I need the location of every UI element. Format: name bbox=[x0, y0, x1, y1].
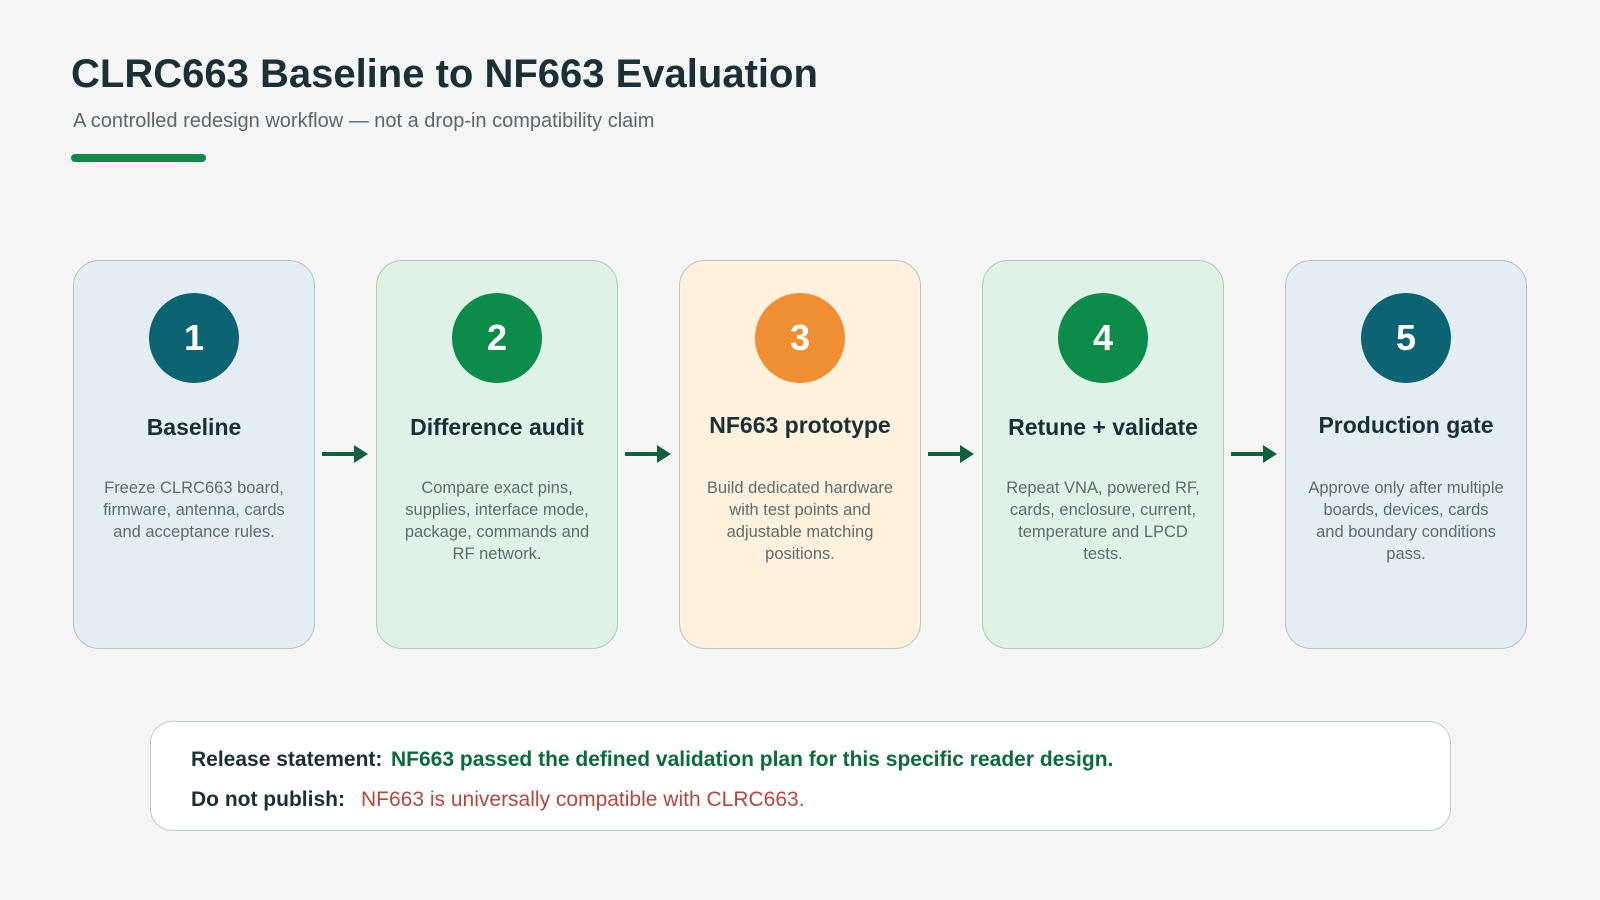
arrow-right-icon bbox=[322, 445, 368, 463]
page-subtitle: A controlled redesign workflow — not a d… bbox=[73, 110, 655, 132]
step-description: Freeze CLRC663 board, firmware, antenna,… bbox=[103, 479, 285, 541]
arrow-right-icon bbox=[928, 445, 974, 463]
page-title: CLRC663 Baseline to NF663 Evaluation bbox=[71, 52, 818, 96]
step-number-badge: 4 bbox=[1058, 293, 1148, 383]
release-statement-box: Release statement: NF663 passed the defin… bbox=[150, 721, 1451, 831]
step-number-badge: 5 bbox=[1361, 293, 1451, 383]
arrow-right-icon bbox=[625, 445, 671, 463]
step-title: NF663 prototype bbox=[709, 412, 891, 438]
step-title: Retune + validate bbox=[1008, 414, 1198, 440]
accent-underline bbox=[71, 154, 206, 162]
do-not-publish-label: Do not publish: bbox=[191, 788, 345, 811]
step-title: Baseline bbox=[146, 414, 242, 440]
step-card-baseline: 1 Baseline Freeze CLRC663 board, firmwar… bbox=[73, 260, 315, 649]
step-title: Difference audit bbox=[410, 414, 584, 440]
step-card-nf663-prototype: 3 NF663 prototype Build dedicated hardwa… bbox=[679, 260, 921, 649]
arrow-right-icon bbox=[1231, 445, 1277, 463]
step-card-difference-audit: 2 Difference audit Compare exact pins, s… bbox=[376, 260, 618, 649]
step-number-badge: 2 bbox=[452, 293, 542, 383]
step-description: Approve only after multiple boards, devi… bbox=[1308, 479, 1504, 563]
step-description: Compare exact pins, supplies, interface … bbox=[404, 479, 590, 563]
release-statement-text: NF663 passed the defined validation plan… bbox=[391, 748, 1114, 771]
step-description: Build dedicated hardware with test point… bbox=[706, 479, 894, 563]
release-statement-label: Release statement: bbox=[191, 748, 383, 771]
release-statement-row: Release statement: NF663 passed the defin… bbox=[191, 748, 1113, 772]
do-not-publish-row: Do not publish: NF663 is universally comp… bbox=[191, 788, 805, 812]
step-card-production-gate: 5 Production gate Approve only after mul… bbox=[1285, 260, 1527, 649]
step-number-badge: 1 bbox=[149, 293, 239, 383]
step-description: Repeat VNA, powered RF, cards, enclosure… bbox=[1006, 479, 1200, 563]
step-title: Production gate bbox=[1318, 412, 1494, 438]
step-card-retune-validate: 4 Retune + validate Repeat VNA, powered … bbox=[982, 260, 1224, 649]
do-not-publish-text: NF663 is universally compatible with CLR… bbox=[361, 788, 805, 811]
step-number-badge: 3 bbox=[755, 293, 845, 383]
